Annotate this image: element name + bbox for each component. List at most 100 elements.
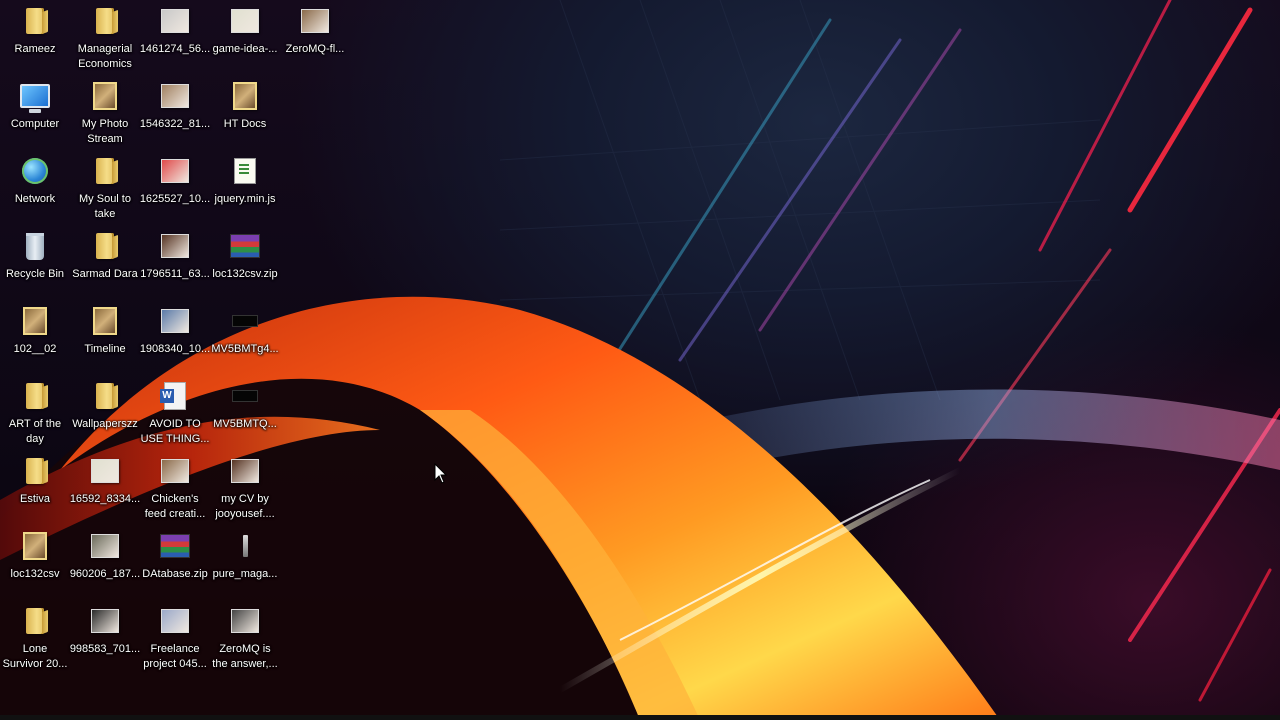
desktop-icon[interactable]: Wallpaperszz: [70, 375, 140, 450]
desktop-icon[interactable]: Timeline: [70, 300, 140, 375]
image-file-icon: [159, 456, 191, 486]
image-file-icon: [229, 306, 261, 336]
folder-icon: [19, 606, 51, 636]
folder-icon: [19, 531, 51, 561]
image-file-icon: [229, 381, 261, 411]
folder-icon: [19, 306, 51, 336]
zip-archive-icon: [159, 531, 191, 561]
desktop-icon[interactable]: Estiva: [0, 450, 70, 525]
desktop-icon-label: jquery.min.js: [214, 193, 276, 205]
desktop-icon[interactable]: 1546322_81...: [140, 75, 210, 150]
computer-icon: [19, 81, 51, 113]
image-file-icon: [229, 531, 261, 561]
desktop-icon-label: 1546322_81...: [139, 118, 211, 130]
image-file-icon: [89, 531, 121, 561]
desktop-icon-label: my CV by jooyousef....: [215, 493, 275, 520]
folder-icon: [19, 381, 51, 411]
folder-icon: [89, 6, 121, 36]
desktop-icon-label: 1908340_10...: [139, 343, 211, 355]
desktop-icon[interactable]: jquery.min.js: [210, 150, 280, 225]
desktop-icon-label: 102__02: [13, 343, 57, 355]
desktop-icon-label: Rameez: [14, 43, 56, 55]
desktop-icon[interactable]: Sarmad Dara: [70, 225, 140, 300]
desktop-icon-label: My Photo Stream: [81, 118, 129, 145]
folder-icon: [19, 456, 51, 486]
desktop-icon[interactable]: MV5BMTQ...: [210, 375, 280, 450]
desktop-icon[interactable]: 1625527_10...: [140, 150, 210, 225]
desktop-icon[interactable]: MV5BMTg4...: [210, 300, 280, 375]
desktop-icon[interactable]: Chicken's feed creati...: [140, 450, 210, 525]
desktop-icon[interactable]: 1908340_10...: [140, 300, 210, 375]
folder-icon: [89, 231, 121, 261]
desktop-icon[interactable]: 102__02: [0, 300, 70, 375]
desktop-icon[interactable]: HT Docs: [210, 75, 280, 150]
network-icon: [19, 156, 51, 186]
desktop-icon[interactable]: 1796511_63...: [140, 225, 210, 300]
mouse-cursor-icon: [434, 463, 448, 484]
desktop-icon[interactable]: Recycle Bin: [0, 225, 70, 300]
desktop-icon[interactable]: ZeroMQ is the answer,...: [210, 600, 280, 675]
desktop-icon-label: 1796511_63...: [140, 268, 210, 280]
image-file-icon: [159, 156, 191, 186]
desktop-icon-label: Chicken's feed creati...: [144, 493, 206, 520]
desktop-icon-label: ZeroMQ-fl...: [285, 43, 345, 55]
desktop-icon[interactable]: DAtabase.zip: [140, 525, 210, 600]
desktop-icon-label: Managerial Economics: [77, 43, 133, 70]
desktop-icon-label: My Soul to take: [79, 193, 131, 220]
word-document-icon: [159, 381, 191, 411]
desktop-icon-label: Recycle Bin: [5, 268, 65, 280]
desktop-icon[interactable]: 960206_187...: [70, 525, 140, 600]
desktop-icon-label: Network: [14, 193, 56, 205]
desktop-icon[interactable]: 998583_701...: [70, 600, 140, 675]
image-file-icon: [159, 6, 191, 36]
image-file-icon: [299, 6, 331, 36]
desktop-icon-label: MV5BMTg4...: [211, 343, 279, 355]
desktop-icon[interactable]: Rameez: [0, 0, 70, 75]
desktop-icon[interactable]: Managerial Economics: [70, 0, 140, 75]
desktop-icon[interactable]: Freelance project 045...: [140, 600, 210, 675]
taskbar-edge: [0, 715, 1280, 720]
desktop-icon[interactable]: my CV by jooyousef....: [210, 450, 280, 525]
folder-icon: [89, 381, 121, 411]
desktop-icon[interactable]: game-idea-...: [210, 0, 280, 75]
desktop-icon-label: Wallpaperszz: [72, 418, 138, 430]
script-file-icon: [229, 156, 261, 186]
folder-icon: [89, 81, 121, 111]
image-file-icon: [159, 606, 191, 636]
desktop-icon-label: Lone Survivor 20...: [2, 643, 68, 670]
desktop-icon[interactable]: ZeroMQ-fl...: [280, 0, 350, 75]
desktop-icon[interactable]: My Soul to take: [70, 150, 140, 225]
desktop-icon-label: Freelance project 045...: [143, 643, 207, 670]
desktop-icon-grid: Rameez Computer Network Recycle Bin 102__02 A…: [0, 0, 360, 715]
desktop-icon-label: 1461274_56...: [139, 43, 211, 55]
desktop-icon[interactable]: 1461274_56...: [140, 0, 210, 75]
image-file-icon: [89, 456, 121, 486]
desktop-icon[interactable]: pure_maga...: [210, 525, 280, 600]
desktop-icon-label: Sarmad Dara: [72, 268, 138, 280]
desktop-icon-label: ZeroMQ is the answer,...: [212, 643, 278, 670]
desktop-icon[interactable]: AVOID TO USE THING...: [140, 375, 210, 450]
desktop-icon-label: AVOID TO USE THING...: [140, 418, 210, 445]
desktop-icon[interactable]: My Photo Stream: [70, 75, 140, 150]
desktop-icon-label: MV5BMTQ...: [213, 418, 277, 430]
desktop-icon-label: loc132csv.zip: [212, 268, 278, 280]
desktop-icon[interactable]: Lone Survivor 20...: [0, 600, 70, 675]
desktop-icon[interactable]: loc132csv: [0, 525, 70, 600]
folder-icon: [229, 81, 261, 111]
image-file-icon: [229, 606, 261, 636]
folder-icon: [89, 156, 121, 186]
desktop-icon-label: Timeline: [84, 343, 126, 355]
desktop-icon-label: game-idea-...: [212, 43, 278, 55]
desktop-icon[interactable]: 16592_8334...: [70, 450, 140, 525]
image-file-icon: [89, 606, 121, 636]
desktop-icon[interactable]: loc132csv.zip: [210, 225, 280, 300]
desktop-icon[interactable]: Network: [0, 150, 70, 225]
desktop-icon[interactable]: Computer: [0, 75, 70, 150]
image-file-icon: [159, 306, 191, 336]
desktop-icon-label: Estiva: [20, 493, 50, 505]
desktop-icon[interactable]: ART of the day: [0, 375, 70, 450]
image-file-icon: [159, 81, 191, 111]
folder-icon: [19, 6, 51, 36]
desktop-icon-label: Computer: [10, 118, 60, 130]
desktop-icon-label: 960206_187...: [69, 568, 141, 580]
